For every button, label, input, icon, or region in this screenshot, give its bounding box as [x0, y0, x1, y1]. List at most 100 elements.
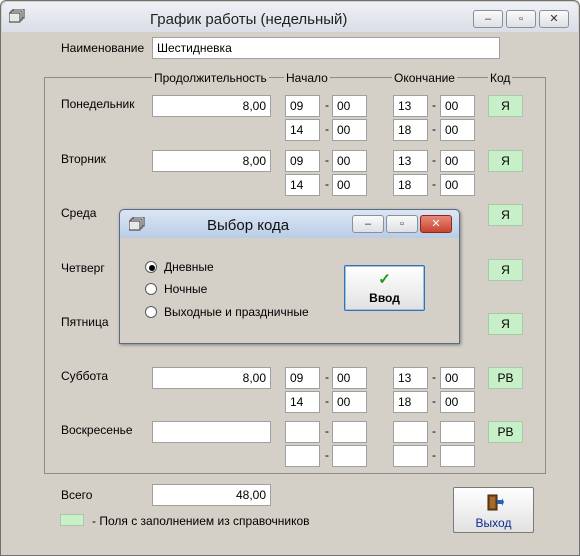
dialog-close-button[interactable]: ✕ [420, 215, 452, 233]
code-select-dialog: Выбор кода – ▫ ✕ Дневные Ночные Выходные… [119, 209, 460, 344]
end-hour-input[interactable]: 13 [393, 95, 428, 117]
radio-night[interactable] [145, 283, 157, 295]
close-button[interactable]: ✕ [539, 10, 569, 28]
minimize-button[interactable]: – [473, 10, 503, 28]
duration-input[interactable] [152, 421, 271, 443]
start-hour-input[interactable] [285, 421, 320, 443]
time-separator: - [432, 370, 436, 384]
time-separator: - [325, 370, 329, 384]
duration-input[interactable]: 8,00 [152, 95, 271, 117]
time-separator: - [432, 424, 436, 438]
end-hour-input[interactable]: 18 [393, 174, 428, 196]
close-icon: ✕ [549, 13, 559, 25]
enter-button[interactable]: ✓ Ввод [344, 265, 425, 311]
dialog-title-bar[interactable]: Выбор кода – ▫ ✕ [120, 210, 459, 238]
day-code-field[interactable]: Я [488, 313, 523, 335]
header-code: Код [488, 71, 513, 85]
time-separator: - [325, 424, 329, 438]
minimize-icon: – [484, 13, 492, 25]
day-code-field[interactable]: Я [488, 95, 523, 117]
duration-input[interactable]: 8,00 [152, 150, 271, 172]
app-icon [8, 8, 25, 23]
end-minute-input[interactable]: 00 [440, 367, 475, 389]
duration-input[interactable]: 8,00 [152, 367, 271, 389]
start-minute-input[interactable]: 00 [332, 174, 367, 196]
day-label: Воскресенье [61, 423, 133, 437]
day-code-field[interactable]: РВ [488, 421, 523, 443]
time-separator: - [325, 98, 329, 112]
start-hour-input[interactable]: 14 [285, 174, 320, 196]
name-input[interactable]: Шестидневка [152, 37, 500, 59]
time-separator: - [325, 153, 329, 167]
end-minute-input[interactable]: 00 [440, 150, 475, 172]
start-minute-input[interactable]: 00 [332, 391, 367, 413]
start-minute-input[interactable] [332, 421, 367, 443]
radio-option-night[interactable]: Ночные [145, 282, 325, 298]
end-minute-input[interactable]: 00 [440, 174, 475, 196]
radio-holiday-label: Выходные и праздничные [164, 305, 309, 319]
time-separator: - [432, 122, 436, 136]
day-label: Вторник [61, 152, 106, 166]
end-hour-input[interactable]: 13 [393, 367, 428, 389]
day-label: Среда [61, 206, 97, 220]
start-hour-input[interactable] [285, 445, 320, 467]
radio-day-label: Дневные [164, 260, 214, 274]
minimize-icon: – [364, 218, 372, 230]
time-separator: - [432, 98, 436, 112]
time-separator: - [432, 394, 436, 408]
day-code-field[interactable]: РВ [488, 367, 523, 389]
end-hour-input[interactable] [393, 445, 428, 467]
end-minute-input[interactable]: 00 [440, 95, 475, 117]
day-label: Понедельник [61, 97, 135, 111]
day-code-field[interactable]: Я [488, 259, 523, 281]
total-label: Всего [61, 488, 93, 502]
start-minute-input[interactable]: 00 [332, 150, 367, 172]
start-minute-input[interactable] [332, 445, 367, 467]
start-hour-input[interactable]: 09 [285, 150, 320, 172]
start-minute-input[interactable]: 00 [332, 119, 367, 141]
day-code-field[interactable]: Я [488, 204, 523, 226]
radio-option-holiday[interactable]: Выходные и праздничные [145, 305, 325, 321]
dialog-maximize-button[interactable]: ▫ [386, 215, 418, 233]
start-hour-input[interactable]: 14 [285, 391, 320, 413]
legend-swatch [60, 514, 84, 526]
time-separator: - [325, 394, 329, 408]
end-hour-input[interactable]: 18 [393, 119, 428, 141]
time-separator: - [432, 448, 436, 462]
start-hour-input[interactable]: 14 [285, 119, 320, 141]
end-hour-input[interactable]: 18 [393, 391, 428, 413]
end-minute-input[interactable]: 00 [440, 391, 475, 413]
maximize-button[interactable]: ▫ [506, 10, 536, 28]
end-minute-input[interactable] [440, 421, 475, 443]
close-icon: ✕ [431, 218, 441, 230]
total-input: 48,00 [152, 484, 271, 506]
time-separator: - [325, 122, 329, 136]
start-hour-input[interactable]: 09 [285, 95, 320, 117]
dialog-icon [128, 216, 145, 231]
end-minute-input[interactable] [440, 445, 475, 467]
end-hour-input[interactable] [393, 421, 428, 443]
start-minute-input[interactable]: 00 [332, 367, 367, 389]
enter-label: Ввод [369, 291, 400, 305]
start-hour-input[interactable]: 09 [285, 367, 320, 389]
name-label: Наименование [61, 41, 145, 55]
end-hour-input[interactable]: 13 [393, 150, 428, 172]
window-title: График работы (недельный) [150, 11, 348, 28]
title-bar[interactable]: График работы (недельный) – ▫ ✕ [2, 2, 578, 32]
exit-door-icon [486, 494, 504, 512]
day-label: Пятница [61, 315, 109, 329]
exit-label: Выход [475, 516, 512, 530]
exit-button[interactable]: Выход [453, 487, 534, 533]
time-separator: - [325, 448, 329, 462]
radio-option-day[interactable]: Дневные [145, 260, 325, 276]
radio-holiday[interactable] [145, 306, 157, 318]
time-separator: - [432, 177, 436, 191]
dialog-minimize-button[interactable]: – [352, 215, 384, 233]
start-minute-input[interactable]: 00 [332, 95, 367, 117]
end-minute-input[interactable]: 00 [440, 119, 475, 141]
maximize-icon: ▫ [400, 218, 404, 230]
radio-day[interactable] [145, 261, 157, 273]
time-separator: - [432, 153, 436, 167]
day-code-field[interactable]: Я [488, 150, 523, 172]
header-end: Окончание [392, 71, 457, 85]
